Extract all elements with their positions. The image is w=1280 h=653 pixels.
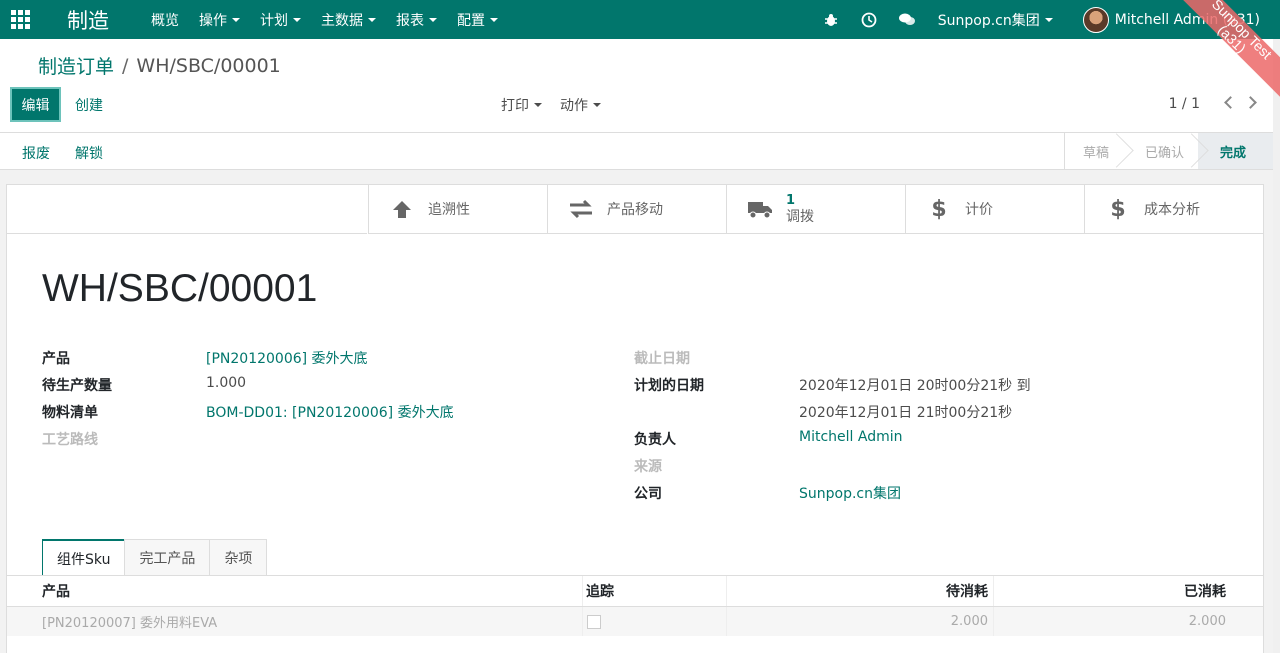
- stage-done: 完成: [1197, 133, 1280, 169]
- create-button[interactable]: 创建: [75, 95, 103, 115]
- breadcrumb-parent[interactable]: 制造订单: [38, 52, 114, 79]
- source-label: 来源: [634, 459, 662, 475]
- planned-end-value: 2020年12月01日 21时00分21秒: [799, 405, 1013, 421]
- caret-down-icon: [293, 17, 301, 22]
- control-panel: 制造订单 / WH/SBC/00001 编辑 创建 打印 动作 1 / 1: [0, 39, 1280, 133]
- product-moves-label: 产品移动: [607, 202, 663, 218]
- dollar-icon: $: [1110, 196, 1126, 222]
- breadcrumb-separator: /: [122, 54, 129, 77]
- table-row[interactable]: [PN20120007] 委外用料EVA 2.000 2.000: [7, 607, 1263, 636]
- product-label: 产品: [42, 351, 70, 367]
- transfers-button[interactable]: 1 调拨: [726, 185, 905, 233]
- transfers-label: 调拨: [786, 209, 814, 225]
- components-table: 产品 追踪 待消耗 已消耗 [PN20120007] 委外用料EVA 2.000…: [7, 575, 1263, 636]
- arrow-up-icon: [389, 196, 415, 222]
- breadcrumb: 制造订单 / WH/SBC/00001: [38, 52, 281, 79]
- caret-down-icon: [534, 103, 542, 107]
- caret-down-icon: [368, 17, 376, 22]
- caret-down-icon: [593, 103, 601, 107]
- chevron-right-icon: [1244, 96, 1257, 109]
- unlock-button[interactable]: 解锁: [75, 143, 103, 163]
- page-scrollbar[interactable]: [1273, 39, 1280, 653]
- company-value[interactable]: Sunpop.cn集团: [799, 483, 901, 503]
- scrap-button[interactable]: 报废: [22, 143, 50, 163]
- menu-master-data[interactable]: 主数据: [311, 0, 386, 39]
- planned-date-label: 计划的日期: [634, 378, 704, 394]
- tab-components[interactable]: 组件Sku: [42, 539, 126, 577]
- caret-down-icon: [490, 17, 498, 22]
- clock-icon[interactable]: [850, 0, 888, 39]
- bug-icon[interactable]: [812, 0, 850, 39]
- print-dropdown[interactable]: 打印: [501, 95, 542, 115]
- responsible-value[interactable]: Mitchell Admin: [799, 429, 903, 445]
- pager-value[interactable]: 1 / 1: [1169, 96, 1200, 112]
- smart-button-box: 追溯性 产品移动 1 调拨 $ 计价 $ 成本分析: [368, 185, 1263, 234]
- pager-previous-button[interactable]: [1222, 95, 1237, 111]
- stage-draft: 草稿: [1065, 133, 1123, 169]
- cost-analysis-label: 成本分析: [1144, 202, 1200, 218]
- column-to-consume[interactable]: 待消耗: [727, 576, 994, 606]
- menu-reporting[interactable]: 报表: [386, 0, 447, 39]
- traceability-button[interactable]: 追溯性: [368, 185, 547, 233]
- stage-bar: 草稿 已确认 完成: [1063, 133, 1280, 169]
- row-consumed: 2.000: [1188, 614, 1226, 629]
- bom-value[interactable]: BOM-DD01: [PN20120006] 委外大底: [206, 402, 454, 422]
- top-navbar: 制造 概览 操作 计划 主数据 报表 配置 Sunpop.cn集团 Mitche…: [0, 0, 1280, 39]
- truck-icon: [747, 196, 773, 222]
- transfers-count: 1: [786, 193, 796, 208]
- notebook-tabs: 组件Sku 完工产品 杂项: [42, 539, 268, 577]
- edit-button[interactable]: 编辑: [10, 87, 61, 122]
- row-to-consume: 2.000: [727, 607, 994, 636]
- responsible-label: 负责人: [634, 432, 676, 448]
- row-tracking: [583, 607, 727, 636]
- traceability-label: 追溯性: [428, 202, 470, 218]
- caret-down-icon: [429, 17, 437, 22]
- caret-down-icon: [1044, 17, 1053, 22]
- exchange-icon: [568, 196, 594, 222]
- menu-configuration[interactable]: 配置: [447, 0, 508, 39]
- chevron-left-icon: [1224, 96, 1237, 109]
- column-tracking[interactable]: 追踪: [583, 576, 727, 606]
- main-menu: 概览 操作 计划 主数据 报表 配置: [141, 0, 508, 39]
- form-sheet: 追溯性 产品移动 1 调拨 $ 计价 $ 成本分析 WH/SBC/00001 产…: [6, 184, 1264, 653]
- tab-finished-products[interactable]: 完工产品: [124, 539, 211, 576]
- bom-label: 物料清单: [42, 405, 98, 421]
- company-switcher[interactable]: Sunpop.cn集团: [926, 10, 1065, 30]
- cost-analysis-button[interactable]: $ 成本分析: [1084, 185, 1263, 233]
- app-title: 制造: [67, 8, 109, 33]
- column-product[interactable]: 产品: [7, 576, 583, 606]
- stage-confirmed: 已确认: [1123, 133, 1198, 169]
- statusbar: 报废 解锁 草稿 已确认 完成: [0, 133, 1280, 170]
- table-header: 产品 追踪 待消耗 已消耗: [7, 576, 1263, 607]
- record-title: WH/SBC/00001: [42, 267, 318, 310]
- pager-next-button[interactable]: [1244, 95, 1260, 111]
- product-moves-button[interactable]: 产品移动: [547, 185, 726, 233]
- routing-label: 工艺路线: [42, 432, 98, 448]
- company-label: 公司: [634, 486, 662, 502]
- menu-planning[interactable]: 计划: [250, 0, 311, 39]
- menu-overview[interactable]: 概览: [141, 0, 189, 39]
- chat-icon[interactable]: [888, 0, 926, 39]
- menu-operations[interactable]: 操作: [189, 0, 250, 39]
- tracking-checkbox[interactable]: [587, 614, 601, 629]
- tab-miscellaneous[interactable]: 杂项: [209, 539, 268, 576]
- planned-start-value: 2020年12月01日 20时00分21秒 到: [799, 378, 1031, 394]
- row-product: [PN20120007] 委外用料EVA: [7, 607, 583, 636]
- valuation-button[interactable]: $ 计价: [905, 185, 1084, 233]
- deadline-label: 截止日期: [634, 351, 690, 367]
- caret-down-icon: [232, 17, 240, 22]
- quantity-label: 待生产数量: [42, 378, 112, 394]
- valuation-label: 计价: [965, 202, 993, 218]
- action-dropdown[interactable]: 动作: [560, 95, 601, 115]
- breadcrumb-current: WH/SBC/00001: [136, 54, 281, 77]
- apps-menu-icon[interactable]: [0, 0, 40, 39]
- quantity-value: 1.000: [206, 375, 247, 391]
- column-consumed[interactable]: 已消耗: [994, 576, 1262, 606]
- product-value[interactable]: [PN20120006] 委外大底: [206, 348, 368, 368]
- dollar-icon: $: [931, 196, 947, 222]
- avatar: [1082, 6, 1109, 33]
